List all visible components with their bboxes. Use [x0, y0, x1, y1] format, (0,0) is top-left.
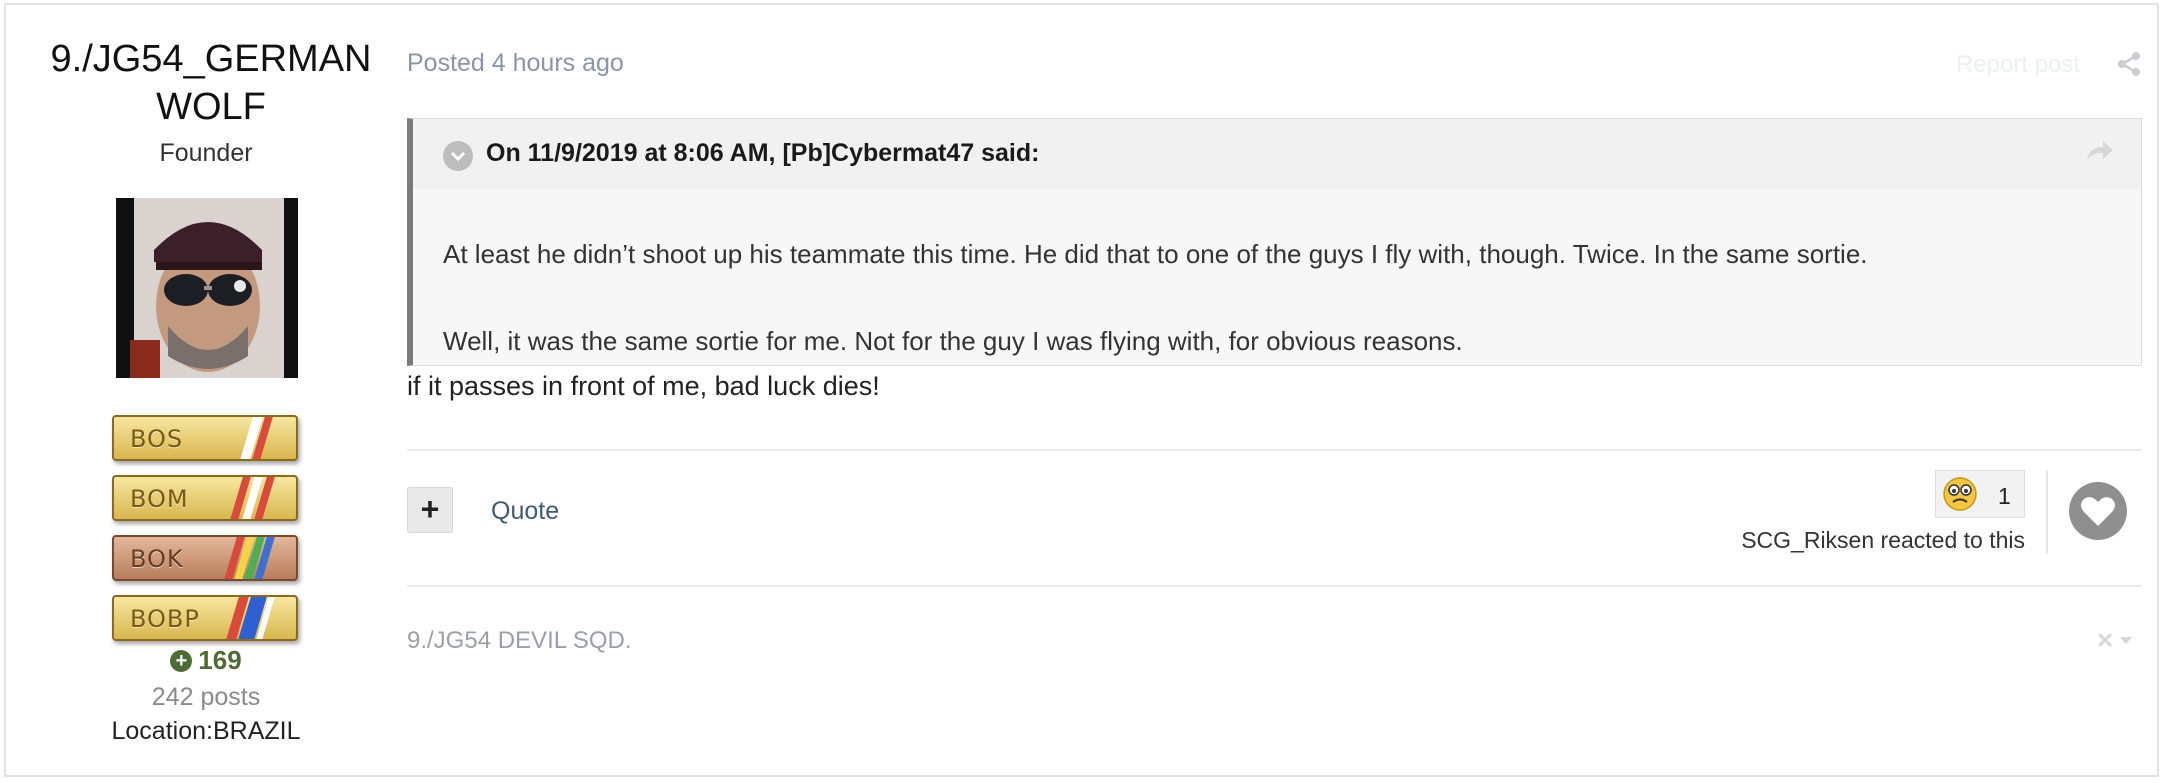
author-location: Location:BRAZIL — [111, 717, 301, 745]
badge-bos: BOS — [112, 415, 298, 461]
quote-block: On 11/9/2019 at 8:06 AM, [Pb]Cybermat47 … — [407, 118, 2142, 366]
divider — [407, 585, 2142, 587]
badge-bok: BOK — [112, 535, 298, 581]
reaction-summary[interactable]: 1 — [1935, 470, 2025, 518]
reaction-users[interactable]: SCG_Riksen reacted to this — [1735, 527, 2025, 554]
confused-emoji-icon — [1942, 476, 1978, 517]
heart-icon — [2081, 497, 2115, 526]
forum-post: 9./JG54_GERMAN WOLF Founder BOS BOM BOK … — [4, 3, 2159, 777]
author-avatar[interactable] — [116, 198, 298, 378]
author-name[interactable]: 9./JG54_GERMAN WOLF — [28, 35, 394, 131]
signature-hide-icon[interactable] — [2096, 629, 2140, 656]
report-post-link[interactable]: Report post — [1956, 51, 2080, 79]
quote-header: On 11/9/2019 at 8:06 AM, [Pb]Cybermat47 … — [413, 119, 2141, 189]
quote-paragraph: Well, it was the same sortie for me. Not… — [443, 326, 1463, 356]
quote-button[interactable]: Quote — [491, 497, 559, 526]
go-to-quote-icon[interactable] — [2085, 137, 2115, 170]
signature-text: 9./JG54 DEVIL SQD. — [407, 627, 632, 654]
chevron-down-icon[interactable] — [443, 141, 473, 171]
post-count: 242 posts — [151, 683, 261, 711]
author-role: Founder — [159, 139, 253, 167]
reputation-badge[interactable]: +169 — [6, 645, 406, 676]
share-icon[interactable] — [2116, 51, 2142, 82]
quote-paragraph: At least he didn’t shoot up his teammate… — [443, 239, 1868, 269]
author-panel: 9./JG54_GERMAN WOLF Founder BOS BOM BOK … — [6, 5, 406, 775]
quote-citation: On 11/9/2019 at 8:06 AM, [Pb]Cybermat47 … — [486, 139, 1040, 167]
divider — [407, 449, 2142, 451]
reaction-count: 1 — [1998, 483, 2011, 509]
multiquote-add-button[interactable]: + — [407, 487, 453, 533]
badge-bobp: BOBP — [112, 595, 298, 641]
badge-bom: BOM — [112, 475, 298, 521]
reaction-separator — [2046, 470, 2048, 554]
post-body: if it passes in front of me, bad luck di… — [407, 371, 880, 401]
post-timestamp[interactable]: Posted 4 hours ago — [407, 49, 624, 78]
like-button[interactable] — [2069, 482, 2127, 540]
plus-circle-icon: + — [170, 650, 193, 672]
reputation-count: 169 — [198, 645, 242, 675]
